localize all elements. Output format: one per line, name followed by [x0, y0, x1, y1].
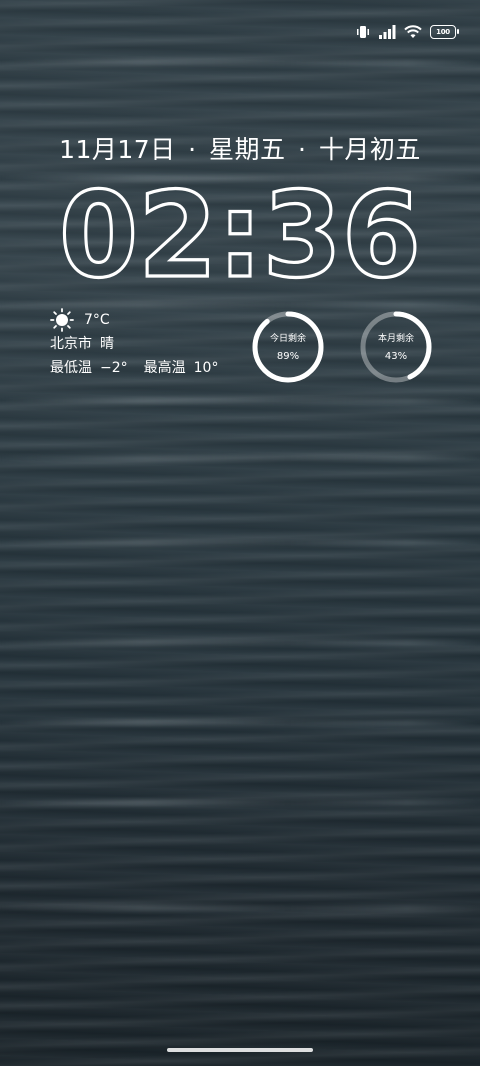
ring-label: 今日剩余	[269, 334, 306, 344]
date-separator: ·	[298, 135, 307, 164]
weather-low-value: −2°	[100, 360, 128, 376]
wallpaper-wave	[0, 540, 480, 546]
ring-value: 89%	[276, 351, 300, 362]
signal-icon	[379, 25, 396, 39]
weather-high-value: 10°	[193, 360, 219, 376]
home-indicator[interactable]	[167, 1048, 313, 1052]
weather-widget[interactable]: 7°C 北京市 晴 最低温 −2° 最高温 10°	[50, 308, 218, 380]
weather-low-label: 最低温	[50, 360, 92, 376]
date-weekday: 星期五	[209, 135, 286, 164]
status-bar: 100	[356, 22, 459, 42]
weather-city: 北京市	[50, 336, 92, 352]
battery-level: 100	[436, 28, 450, 36]
clock: 02:36	[57, 178, 422, 288]
wallpaper-wave	[0, 905, 480, 911]
wallpaper-wave	[0, 398, 480, 404]
vibrate-icon	[357, 26, 369, 38]
wallpaper-wave	[0, 720, 480, 726]
wifi-icon	[404, 25, 422, 38]
weather-high-label: 最高温	[143, 360, 186, 376]
date-lunar: 十月初五	[318, 135, 421, 164]
wallpaper-wave	[0, 800, 480, 806]
ring-chart	[360, 311, 432, 383]
weather-temperature: 7°C	[84, 312, 110, 328]
ring-value: 43%	[384, 351, 408, 362]
date-line: 11月17日 · 星期五 · 十月初五	[0, 130, 480, 166]
month-remaining-ring[interactable]: 本月剩余 43%	[358, 309, 434, 385]
wallpaper-wave	[0, 455, 480, 461]
today-remaining-ring[interactable]: 今日剩余 89%	[250, 309, 326, 385]
battery-icon: 100	[430, 25, 459, 39]
date-separator: ·	[188, 135, 197, 164]
weather-condition: 晴	[100, 336, 114, 352]
wallpaper-wave	[0, 640, 480, 646]
ring-label: 本月剩余	[377, 334, 414, 344]
date-month-day: 11月17日	[59, 135, 176, 164]
clock-time: 02:36	[59, 178, 421, 288]
sun-icon	[50, 308, 74, 332]
wallpaper-wave	[0, 60, 480, 66]
ring-chart	[252, 311, 324, 383]
